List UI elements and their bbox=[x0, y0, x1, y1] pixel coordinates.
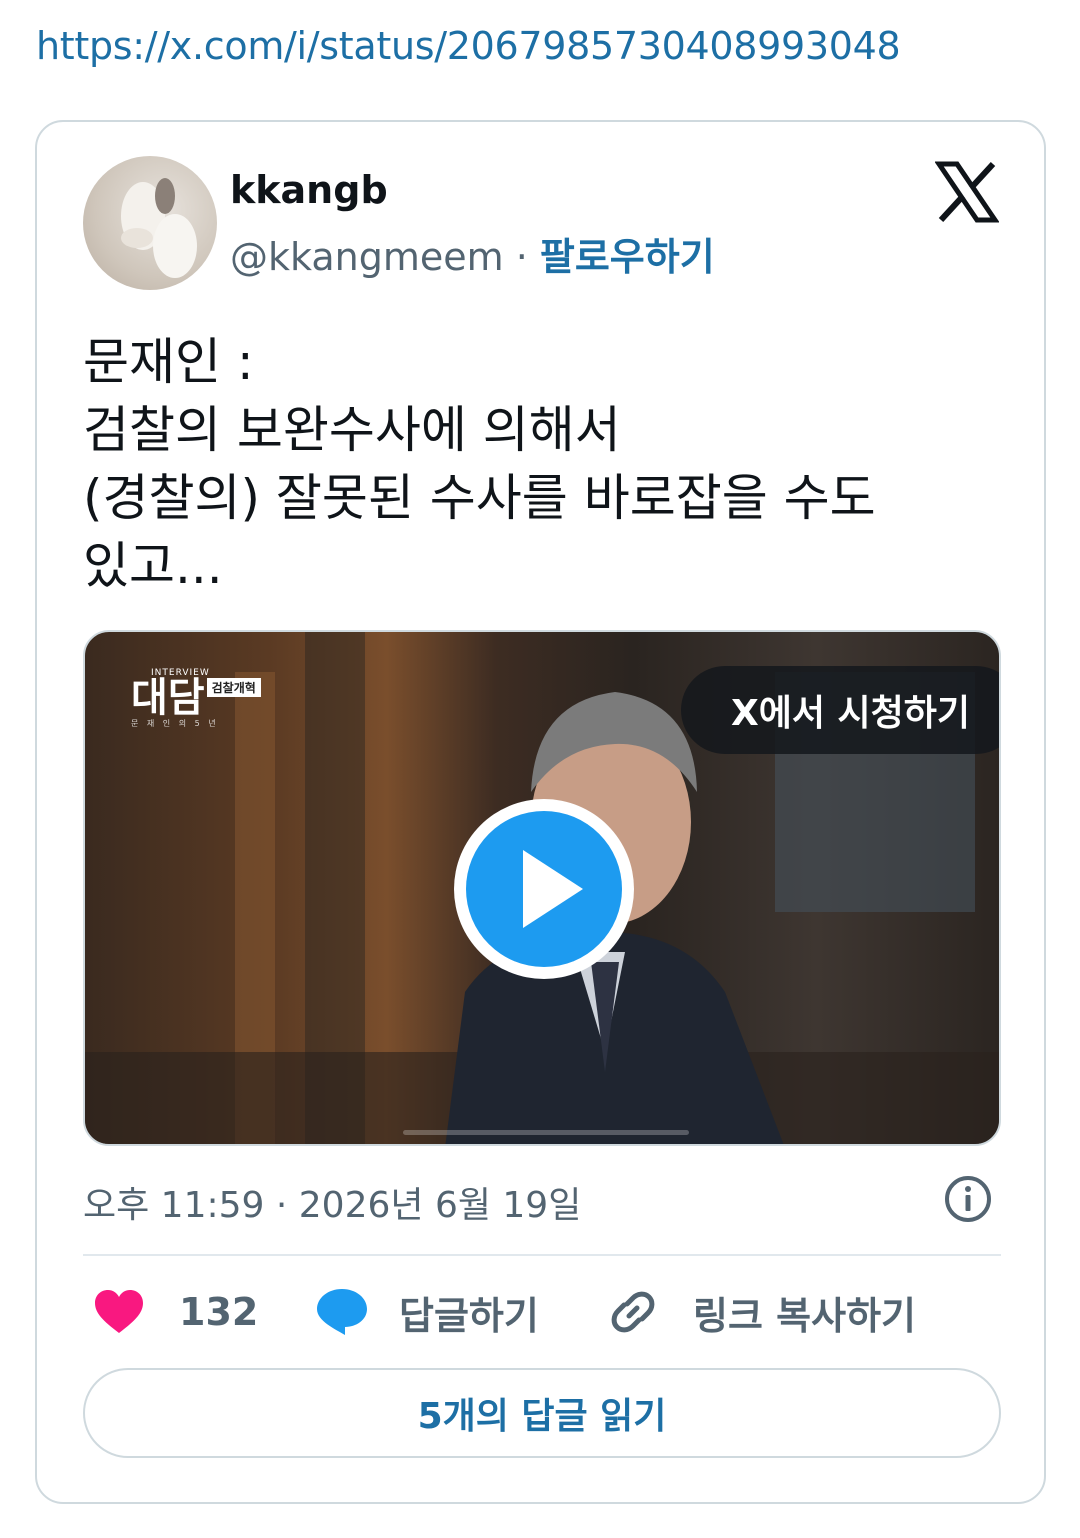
action-row: 132 답글하기 링크 복사하기 bbox=[83, 1282, 1001, 1342]
tweet-text-line: 있고... bbox=[83, 537, 223, 595]
read-replies-button[interactable]: 5개의 답글 읽기 bbox=[83, 1368, 1001, 1458]
follow-button[interactable]: 팔로우하기 bbox=[540, 235, 715, 279]
video-progress-bar[interactable] bbox=[403, 1130, 689, 1135]
heart-icon bbox=[95, 1290, 143, 1333]
tweet-url-link[interactable]: https://x.com/i/status/20679857304089930… bbox=[36, 24, 901, 68]
watch-on-x-button[interactable]: X에서 시청하기 bbox=[681, 666, 999, 754]
like-button[interactable]: 132 bbox=[93, 1282, 258, 1342]
tweet-text-line: 문재인 : bbox=[83, 333, 254, 391]
tweet-text: 문재인 : 검찰의 보완수사에 의해서 (경찰의) 잘못된 수사를 바로잡을 수… bbox=[83, 328, 983, 600]
show-logo: INTERVIEW 대담 검찰개혁 문 재 인 의 5 년 bbox=[131, 668, 261, 729]
separator-dot: · bbox=[503, 235, 540, 279]
reply-bubble-icon bbox=[317, 1289, 367, 1335]
link-icon bbox=[611, 1291, 655, 1333]
x-logo-icon[interactable] bbox=[935, 160, 999, 224]
play-icon[interactable] bbox=[449, 794, 639, 984]
handle-row: @kkangmeem · 팔로우하기 bbox=[230, 226, 715, 281]
tweet-text-line: 검찰의 보완수사에 의해서 bbox=[83, 401, 621, 459]
user-handle[interactable]: @kkangmeem bbox=[230, 235, 504, 279]
copy-link-button[interactable]: 링크 복사하기 bbox=[607, 1282, 916, 1342]
info-icon[interactable] bbox=[943, 1174, 993, 1224]
divider bbox=[83, 1254, 1001, 1256]
avatar[interactable] bbox=[83, 156, 217, 290]
like-count: 132 bbox=[179, 1290, 259, 1334]
tweet-embed-card[interactable]: kkangb @kkangmeem · 팔로우하기 문재인 : 검찰의 보완수사… bbox=[35, 120, 1046, 1504]
video-thumbnail[interactable]: INTERVIEW 대담 검찰개혁 문 재 인 의 5 년 X에서 시청하기 bbox=[83, 630, 1001, 1146]
reply-button[interactable]: 답글하기 bbox=[315, 1282, 539, 1342]
avatar-cat-paws-image bbox=[121, 178, 197, 278]
show-logo-sub: 문 재 인 의 5 년 bbox=[131, 719, 219, 728]
display-name[interactable]: kkangb bbox=[230, 168, 388, 212]
tweet-timestamp[interactable]: 오후 11:59 · 2026년 6월 19일 bbox=[83, 1176, 581, 1228]
show-logo-tag: 검찰개혁 bbox=[206, 678, 261, 697]
tweet-text-line: (경찰의) 잘못된 수사를 바로잡을 수도 bbox=[83, 469, 876, 527]
reply-label: 답글하기 bbox=[399, 1293, 539, 1338]
copy-link-label: 링크 복사하기 bbox=[693, 1293, 916, 1338]
show-logo-title: 대담 bbox=[131, 675, 205, 721]
